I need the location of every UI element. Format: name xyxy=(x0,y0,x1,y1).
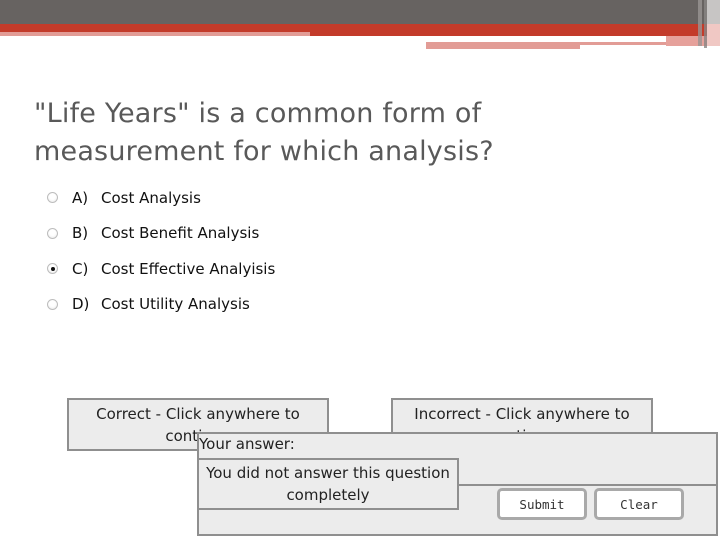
option-letter: D) xyxy=(72,295,90,314)
option-d[interactable]: D) Cost Utility Analysis xyxy=(47,287,275,323)
answer-options: A) Cost Analysis B) Cost Benefit Analysi… xyxy=(47,180,275,322)
option-c[interactable]: C) Cost Effective Analyisis xyxy=(47,251,275,287)
submit-button[interactable]: Submit xyxy=(497,488,587,520)
header-dark-band xyxy=(0,0,720,24)
option-letter: B) xyxy=(72,224,89,243)
option-b[interactable]: B) Cost Benefit Analysis xyxy=(47,216,275,252)
radio-button-selected[interactable] xyxy=(47,263,58,275)
header-vertical-bar xyxy=(698,0,702,46)
header-vertical-bar xyxy=(707,24,720,46)
radio-button[interactable] xyxy=(47,298,58,310)
header-accent-strip xyxy=(0,32,310,36)
option-letter: A) xyxy=(72,188,89,207)
question-title: "Life Years" is a common form of measure… xyxy=(34,98,494,167)
option-a[interactable]: A) Cost Analysis xyxy=(47,180,275,216)
answer-panel: Your answer: You did not answer this que… xyxy=(197,432,718,536)
option-label: Cost Analysis xyxy=(101,188,201,207)
option-letter: C) xyxy=(72,259,89,278)
panel-divider xyxy=(457,484,716,486)
header-accent-strip xyxy=(310,32,720,36)
radio-button[interactable] xyxy=(47,192,58,204)
incomplete-answer-message: You did not answer this question complet… xyxy=(197,458,459,510)
header-accent-strip xyxy=(426,42,666,45)
clear-button[interactable]: Clear xyxy=(594,488,684,520)
your-answer-label: Your answer: xyxy=(199,435,295,453)
header-vertical-bar xyxy=(704,0,707,48)
radio-button[interactable] xyxy=(47,227,58,239)
option-label: Cost Effective Analyisis xyxy=(101,259,276,278)
option-label: Cost Benefit Analysis xyxy=(101,224,260,243)
option-label: Cost Utility Analysis xyxy=(101,295,250,314)
